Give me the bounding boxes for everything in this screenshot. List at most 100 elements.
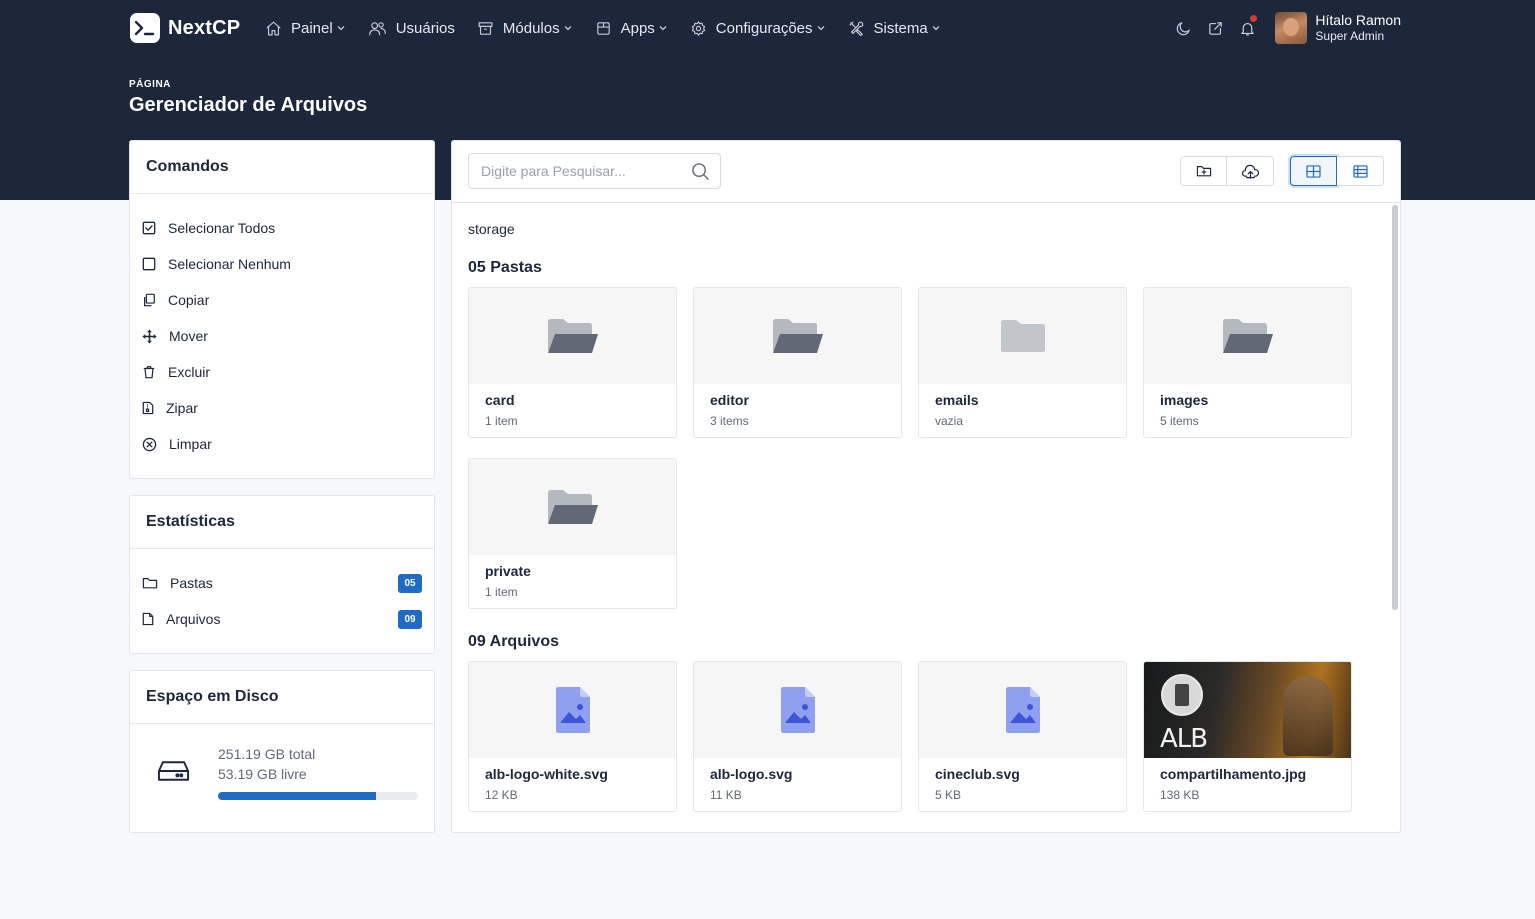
stats-card-title: Estatísticas: [130, 496, 434, 549]
command-copy[interactable]: Copiar: [130, 282, 434, 318]
folder-open-icon: [547, 319, 598, 353]
stat-files[interactable]: Arquivos 09: [130, 601, 434, 637]
folder-count-badge: 05: [398, 573, 422, 593]
image-file-icon: [780, 687, 815, 733]
new-folder-button[interactable]: [1180, 156, 1227, 186]
header-tools: Hítalo Ramon Super Admin: [1167, 12, 1401, 44]
package-icon: [478, 21, 493, 35]
brand-name: NextCP: [168, 16, 241, 39]
file-tile[interactable]: alb-logo-white.svg 12 KB: [468, 661, 677, 812]
command-move[interactable]: Mover: [130, 318, 434, 354]
file-tile[interactable]: cineclub.svg 5 KB: [918, 661, 1127, 812]
folder-closed-icon: [1000, 320, 1045, 352]
search-input[interactable]: [469, 154, 679, 188]
list-view-button[interactable]: [1337, 156, 1384, 186]
main-nav: Painel Usuários Módulos Apps Configuraçõ…: [265, 17, 963, 39]
copy-icon: [144, 293, 155, 307]
command-delete[interactable]: Excluir: [130, 354, 434, 390]
folder-tile[interactable]: card 1 item: [468, 287, 677, 438]
nav-item-sistema[interactable]: Sistema: [848, 17, 941, 39]
folders-section-title: 05 Pastas: [468, 259, 542, 276]
search-icon[interactable]: [691, 162, 710, 181]
image-thumbnail: ALB: [1144, 662, 1351, 758]
file-browser-card: storage 05 Pastas card 1 item editor 3 i…: [451, 140, 1401, 833]
folder-tile[interactable]: images 5 items: [1143, 287, 1352, 438]
upload-button[interactable]: [1227, 156, 1274, 186]
command-clear[interactable]: Limpar: [130, 426, 434, 462]
checkbox-checked-icon: [142, 221, 156, 235]
page-title: Gerenciador de Arquivos: [129, 94, 368, 116]
external-link-button[interactable]: [1199, 12, 1231, 44]
breadcrumb[interactable]: storage: [468, 221, 515, 237]
nav-item-painel[interactable]: Painel: [265, 17, 346, 39]
folder-tile[interactable]: private 1 item: [468, 458, 677, 609]
folder-icon: [142, 578, 158, 589]
bell-icon: [1241, 22, 1254, 35]
external-link-icon: [1209, 21, 1222, 35]
grid-view-button[interactable]: [1290, 156, 1337, 186]
notifications-button[interactable]: [1231, 12, 1263, 44]
file-actions-group: [1180, 156, 1274, 186]
apps-icon: [596, 21, 610, 35]
file-tile[interactable]: alb-logo.svg 11 KB: [693, 661, 902, 812]
moon-icon: [1176, 21, 1190, 35]
move-icon: [142, 328, 157, 344]
brand[interactable]: NextCP: [130, 13, 240, 43]
folder-open-icon: [1222, 319, 1273, 353]
command-select-none[interactable]: Selecionar Nenhum: [130, 246, 434, 282]
chevron-down-icon: [659, 26, 667, 31]
image-file-icon: [555, 687, 590, 733]
page-pretitle: PÁGINA: [129, 79, 171, 90]
zip-icon: [142, 401, 154, 415]
chevron-down-icon: [817, 26, 824, 31]
folder-plus-icon: [1196, 166, 1211, 177]
disk-total: 251.19 GB total: [218, 746, 316, 762]
user-menu[interactable]: Hítalo Ramon Super Admin: [1275, 12, 1401, 44]
theme-toggle-button[interactable]: [1167, 12, 1199, 44]
nav-item-modulos[interactable]: Módulos: [477, 17, 573, 39]
image-file-icon: [1005, 687, 1040, 733]
file-tile[interactable]: ALB compartilhamento.jpg 138 KB: [1143, 661, 1352, 812]
disk-usage-bar: [218, 792, 418, 800]
stat-folders[interactable]: Pastas 05: [130, 565, 434, 601]
disk-card-title: Espaço em Disco: [130, 671, 434, 724]
folder-tile[interactable]: emails vazia: [918, 287, 1127, 438]
search-box: [468, 153, 721, 189]
gear-icon: [691, 20, 705, 36]
file-count-badge: 09: [398, 609, 422, 629]
file-content: storage 05 Pastas card 1 item editor 3 i…: [452, 203, 1400, 832]
nav-item-configuracoes[interactable]: Configurações: [690, 17, 826, 39]
disk-free: 53.19 GB livre: [218, 766, 307, 782]
user-role: Super Admin: [1315, 29, 1385, 43]
chevron-down-icon: [564, 26, 572, 31]
grid-icon: [1306, 164, 1321, 178]
upload-cloud-icon: [1241, 164, 1259, 179]
disk-card: Espaço em Disco 251.19 GB total 53.19 GB…: [129, 670, 435, 833]
notification-badge: [1250, 15, 1258, 22]
files-section-title: 09 Arquivos: [468, 633, 559, 650]
file-toolbar: [452, 141, 1400, 203]
file-icon: [142, 612, 154, 626]
avatar: [1275, 12, 1308, 44]
folder-tile[interactable]: editor 3 items: [693, 287, 902, 438]
command-select-all[interactable]: Selecionar Todos: [130, 210, 434, 246]
content-scrollbar[interactable]: [1392, 205, 1398, 610]
hard-drive-icon: [157, 761, 190, 781]
chevron-down-icon: [337, 26, 345, 31]
checkbox-empty-icon: [142, 257, 156, 271]
user-name: Hítalo Ramon: [1315, 12, 1401, 28]
folder-open-icon: [772, 319, 823, 353]
view-toggle-group: [1290, 156, 1384, 186]
commands-card-title: Comandos: [130, 141, 434, 194]
users-icon: [368, 21, 386, 35]
terminal-logo-icon: [130, 13, 160, 43]
home-icon: [266, 21, 281, 35]
nav-item-apps[interactable]: Apps: [595, 17, 668, 39]
folder-open-icon: [547, 490, 598, 524]
command-zip[interactable]: Zipar: [130, 390, 434, 426]
chevron-down-icon: [932, 26, 940, 31]
top-navbar: NextCP Painel Usuários Módulos Apps Conf…: [0, 0, 1535, 56]
commands-card: Comandos Selecionar Todos Selecionar Nen…: [129, 140, 435, 479]
list-icon: [1352, 164, 1368, 178]
nav-item-usuarios[interactable]: Usuários: [368, 17, 455, 39]
